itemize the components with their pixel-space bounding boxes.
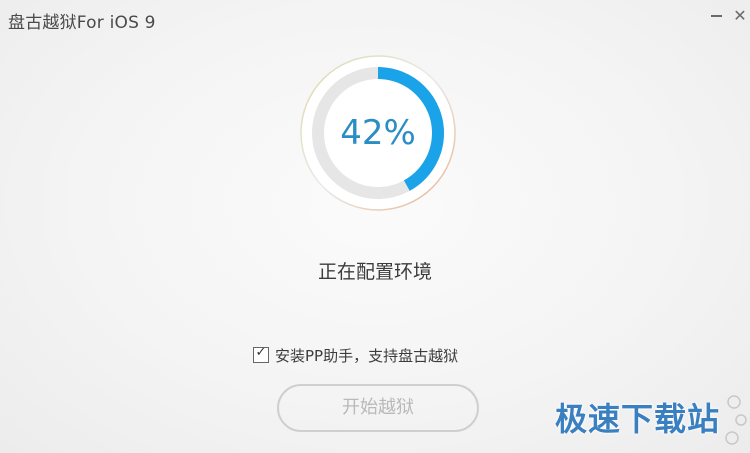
minimize-icon	[711, 15, 722, 17]
title-bar: 盘古越狱For iOS 9 ✕	[0, 0, 750, 38]
app-window: 盘古越狱For iOS 9 ✕ 42% 正在配置环境 ✓ 安装PP助手，支持盘古…	[0, 0, 750, 453]
install-pp-checkbox[interactable]: ✓	[253, 345, 269, 363]
watermark-logo: 极速下载站	[555, 400, 721, 438]
progress-percent: 42%	[340, 113, 416, 153]
install-pp-label: 安装PP助手，支持盘古越狱	[275, 346, 459, 365]
checkmark-icon: ✓	[255, 345, 267, 360]
window-title: 盘古越狱For iOS 9	[8, 13, 156, 33]
close-icon: ✕	[733, 6, 747, 25]
status-message: 正在配置环境	[317, 261, 432, 283]
minimize-button[interactable]	[707, 6, 727, 26]
close-button[interactable]: ✕	[730, 6, 750, 26]
progress-ring: 42%	[298, 53, 458, 213]
watermark-bubbles-icon	[725, 395, 747, 445]
install-pp-option[interactable]: ✓ 安装PP助手，支持盘古越狱	[253, 344, 458, 366]
start-jailbreak-button[interactable]: 开始越狱	[277, 384, 479, 432]
